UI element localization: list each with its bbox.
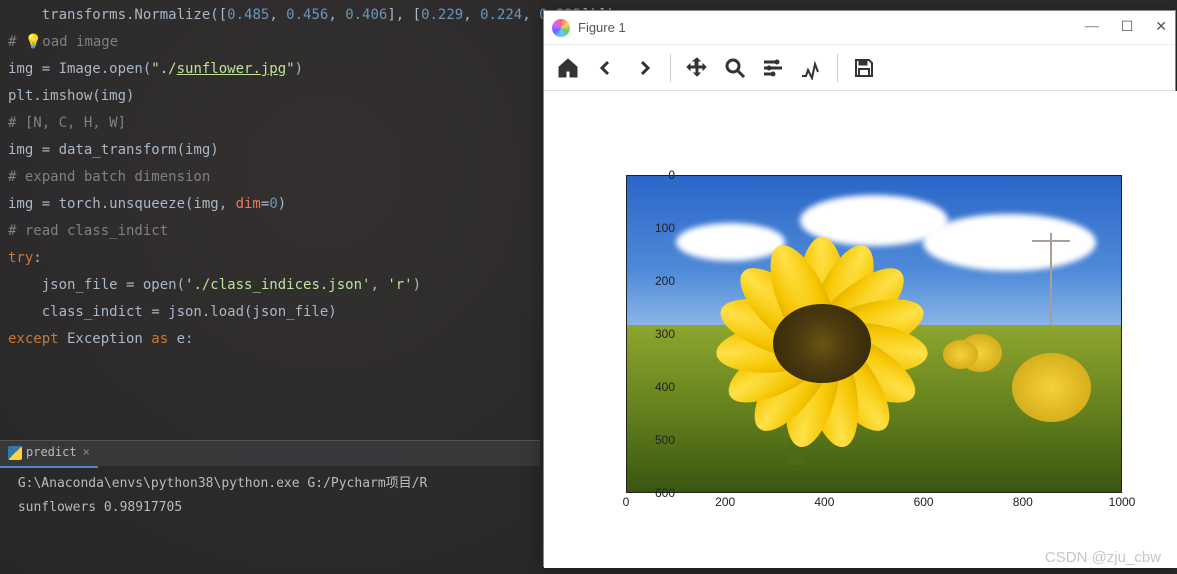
matplotlib-toolbar (544, 45, 1175, 91)
console-line: sunflowers 0.98917705 (10, 500, 182, 515)
maximize-button[interactable]: ☐ (1121, 19, 1134, 36)
python-file-icon (8, 446, 22, 460)
code-content[interactable]: transforms.Normalize([0.485, 0.456, 0.40… (0, 0, 540, 355)
x-tick-label: 400 (814, 495, 834, 509)
code-line[interactable]: json_file = open('./class_indices.json',… (8, 272, 532, 299)
run-tabs: predict × (0, 440, 540, 466)
y-tick-label: 100 (635, 221, 675, 235)
code-line[interactable]: # expand batch dimension (8, 164, 532, 191)
watermark-text: CSDN @zju_cbw (1045, 549, 1161, 566)
toolbar-separator (670, 54, 671, 82)
forward-button[interactable] (628, 52, 660, 84)
console-output[interactable]: G:\Anaconda\envs\python38\python.exe G:/… (0, 466, 540, 526)
save-button[interactable] (848, 52, 880, 84)
y-tick-label: 400 (635, 380, 675, 394)
configure-subplots-button[interactable] (757, 52, 789, 84)
matplotlib-icon (552, 19, 570, 37)
code-line[interactable]: plt.imshow(img) (8, 83, 532, 110)
matplotlib-figure-window: Figure 1 — ☐ ✕ (543, 10, 1176, 567)
image-axes (626, 175, 1122, 493)
y-tick-label: 200 (635, 274, 675, 288)
y-tick-label: 0 (635, 168, 675, 182)
minimize-button[interactable]: — (1085, 19, 1099, 36)
close-icon[interactable]: × (83, 439, 90, 466)
window-controls: — ☐ ✕ (1085, 19, 1167, 36)
code-editor-pane: transforms.Normalize([0.485, 0.456, 0.40… (0, 0, 540, 574)
x-tick-label: 1000 (1109, 495, 1136, 509)
code-line[interactable]: img = data_transform(img) (8, 137, 532, 164)
code-line[interactable]: try: (8, 245, 532, 272)
back-button[interactable] (590, 52, 622, 84)
code-line[interactable]: img = torch.unsqueeze(img, dim=0) (8, 191, 532, 218)
zoom-button[interactable] (719, 52, 751, 84)
toolbar-separator (837, 54, 838, 82)
x-tick-label: 800 (1013, 495, 1033, 509)
window-titlebar[interactable]: Figure 1 — ☐ ✕ (544, 11, 1175, 45)
y-tick-label: 300 (635, 327, 675, 341)
code-line[interactable]: img = Image.open("./sunflower.jpg") (8, 56, 532, 83)
home-button[interactable] (552, 52, 584, 84)
code-line[interactable]: # [N, C, H, W] (8, 110, 532, 137)
run-tab-label: predict (26, 439, 77, 466)
y-tick-label: 500 (635, 433, 675, 447)
pan-button[interactable] (681, 52, 713, 84)
plot-area[interactable]: 0 100 200 300 400 500 600 0 200 400 600 800 1000 (544, 91, 1177, 568)
code-line[interactable]: except Exception as e: (8, 326, 532, 353)
code-line[interactable]: class_indict = json.load(json_file) (8, 299, 532, 326)
edit-axis-button[interactable] (795, 52, 827, 84)
y-tick-label: 600 (635, 486, 675, 500)
console-line: G:\Anaconda\envs\python38\python.exe G:/… (10, 476, 427, 491)
code-line[interactable]: # read class_indict (8, 218, 532, 245)
close-button[interactable]: ✕ (1155, 19, 1167, 36)
run-tab-predict[interactable]: predict × (0, 439, 98, 468)
code-line[interactable]: # 💡oad image (8, 29, 532, 56)
x-tick-label: 600 (914, 495, 934, 509)
code-line[interactable]: transforms.Normalize([0.485, 0.456, 0.40… (8, 2, 532, 29)
x-tick-label: 0 (623, 495, 630, 509)
x-tick-label: 200 (715, 495, 735, 509)
window-title: Figure 1 (578, 20, 626, 35)
sunflower-image (627, 176, 1121, 492)
